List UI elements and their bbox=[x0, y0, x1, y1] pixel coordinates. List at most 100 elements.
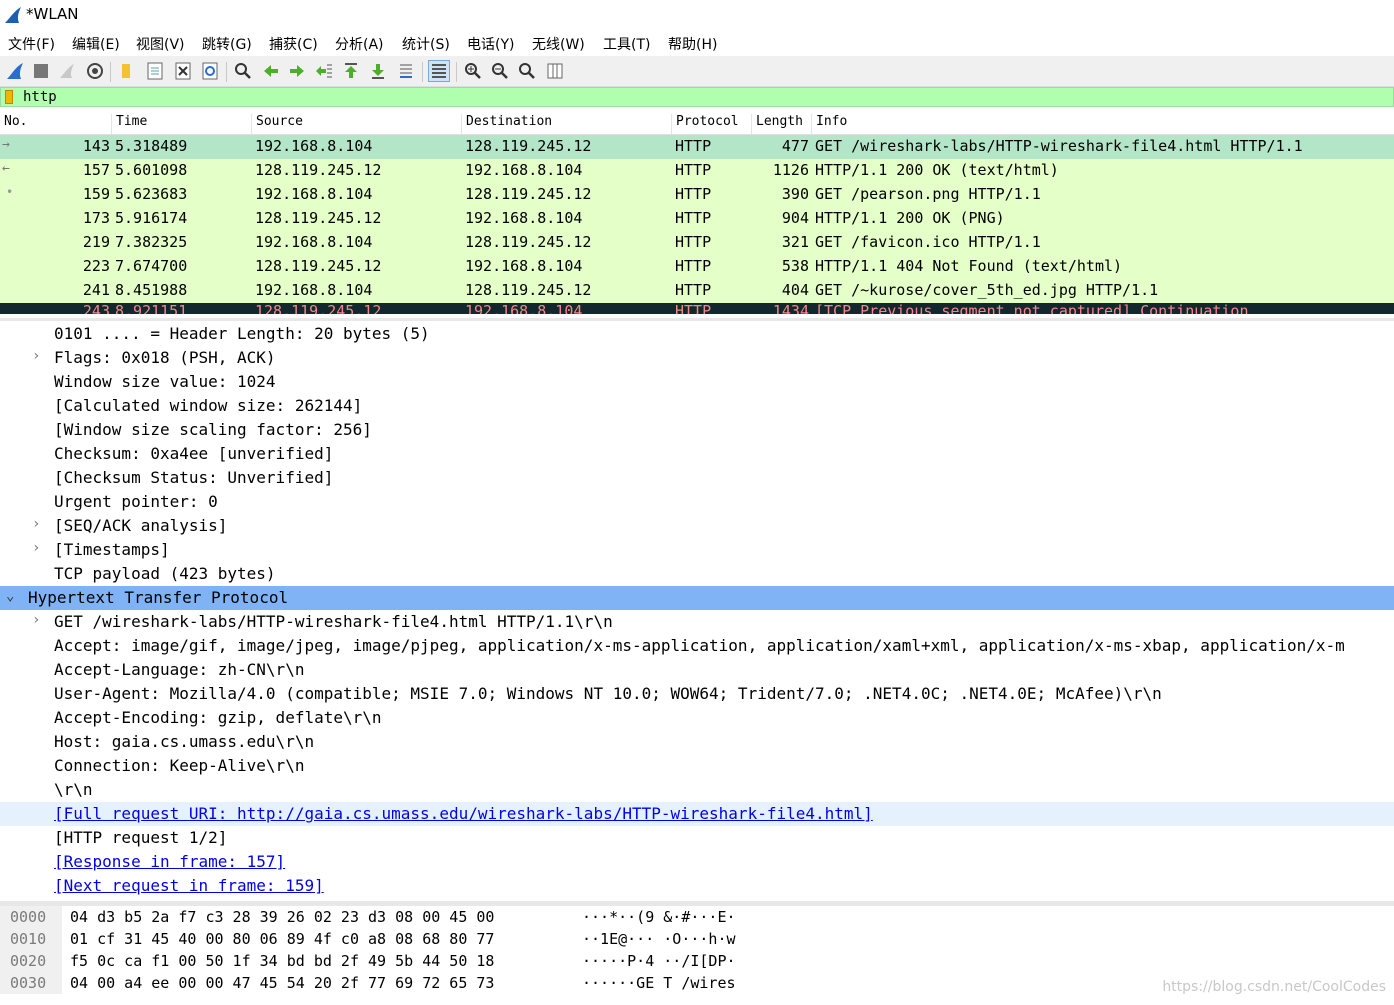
menu-statistics[interactable]: 统计(S) bbox=[402, 34, 450, 54]
next-request-frame-link[interactable]: [Next request in frame: 159] bbox=[54, 876, 324, 895]
expand-arrow-icon[interactable]: › bbox=[32, 612, 40, 628]
column-header-info[interactable]: Info bbox=[811, 114, 847, 134]
response-frame-link[interactable]: [Response in frame: 157] bbox=[54, 852, 285, 871]
resize-columns-button[interactable] bbox=[544, 60, 566, 82]
capture-options-button[interactable] bbox=[84, 60, 106, 82]
expand-arrow-icon[interactable]: › bbox=[32, 540, 40, 556]
tree-item[interactable]: TCP payload (423 bytes) bbox=[0, 562, 1394, 586]
save-file-button[interactable] bbox=[144, 60, 166, 82]
byte-hex[interactable]: 04 d3 b5 2a f7 c3 28 39 26 02 23 d3 08 0… bbox=[70, 908, 494, 926]
menu-help[interactable]: 帮助(H) bbox=[668, 34, 717, 54]
display-filter-input[interactable]: http bbox=[23, 89, 57, 105]
tree-item[interactable]: Accept-Language: zh-CN\r\n bbox=[0, 658, 1394, 682]
packet-row[interactable]: 243 8.921151 128.119.245.12 192.168.8.10… bbox=[0, 302, 1394, 314]
byte-row[interactable]: 0010 01 cf 31 45 40 00 80 06 89 4f c0 a8… bbox=[0, 928, 1394, 950]
menu-view[interactable]: 视图(V) bbox=[136, 34, 185, 54]
tree-item[interactable]: 0101 .... = Header Length: 20 bytes (5) bbox=[0, 322, 1394, 346]
full-request-uri-link[interactable]: [Full request URI: http://gaia.cs.umass.… bbox=[54, 804, 873, 823]
packet-row[interactable]: 241 8.451988 192.168.8.104 128.119.245.1… bbox=[0, 279, 1394, 303]
menu-file[interactable]: 文件(F) bbox=[8, 34, 55, 54]
tree-item-link[interactable]: [Full request URI: http://gaia.cs.umass.… bbox=[0, 802, 1394, 826]
tree-item[interactable]: \r\n bbox=[0, 778, 1394, 802]
stop-capture-button[interactable] bbox=[30, 60, 52, 82]
pane-splitter[interactable] bbox=[0, 318, 1394, 321]
menu-go[interactable]: 跳转(G) bbox=[202, 34, 252, 54]
collapse-arrow-icon[interactable]: ⌄ bbox=[6, 588, 14, 604]
tree-item[interactable]: [HTTP request 1/2] bbox=[0, 826, 1394, 850]
tree-item[interactable]: Connection: Keep-Alive\r\n bbox=[0, 754, 1394, 778]
byte-hex[interactable]: 01 cf 31 45 40 00 80 06 89 4f c0 a8 08 6… bbox=[70, 930, 494, 948]
byte-hex[interactable]: 04 00 a4 ee 00 00 47 45 54 20 2f 77 69 7… bbox=[70, 974, 494, 992]
menu-capture[interactable]: 捕获(C) bbox=[269, 34, 318, 54]
arrow-right-icon bbox=[290, 65, 304, 77]
packet-row[interactable]: → 143 5.318489 192.168.8.104 128.119.245… bbox=[0, 135, 1394, 159]
packet-details-tree[interactable]: 0101 .... = Header Length: 20 bytes (5) … bbox=[0, 322, 1394, 900]
packet-list[interactable]: No. Time Source Destination Protocol Len… bbox=[0, 111, 1394, 314]
column-header-destination[interactable]: Destination bbox=[461, 114, 552, 134]
byte-ascii[interactable]: ··1E@··· ·O···h·w bbox=[582, 930, 736, 948]
find-packet-button[interactable] bbox=[232, 60, 254, 82]
tree-item[interactable]: › [Timestamps] bbox=[0, 538, 1394, 562]
open-file-button[interactable] bbox=[116, 60, 138, 82]
tree-item[interactable]: Host: gaia.cs.umass.edu\r\n bbox=[0, 730, 1394, 754]
byte-ascii[interactable]: ·····P·4 ··/I[DP· bbox=[582, 952, 736, 970]
menu-wireless[interactable]: 无线(W) bbox=[532, 34, 585, 54]
packet-row[interactable]: 223 7.674700 128.119.245.12 192.168.8.10… bbox=[0, 255, 1394, 279]
start-capture-button[interactable] bbox=[4, 60, 26, 82]
go-back-button[interactable] bbox=[260, 60, 282, 82]
byte-hex[interactable]: f5 0c ca f1 00 50 1f 34 bd bd 2f 49 5b 4… bbox=[70, 952, 494, 970]
tree-item[interactable]: Accept-Encoding: gzip, deflate\r\n bbox=[0, 706, 1394, 730]
tree-item[interactable]: Accept: image/gif, image/jpeg, image/pjp… bbox=[0, 634, 1394, 658]
auto-scroll-button[interactable] bbox=[395, 60, 417, 82]
packet-row[interactable]: 173 5.916174 128.119.245.12 192.168.8.10… bbox=[0, 207, 1394, 231]
tree-item[interactable]: › GET /wireshark-labs/HTTP-wireshark-file… bbox=[0, 610, 1394, 634]
menu-edit[interactable]: 编辑(E) bbox=[72, 34, 120, 54]
packet-info: GET /favicon.ico HTTP/1.1 bbox=[815, 233, 1041, 251]
menu-analyze[interactable]: 分析(A) bbox=[335, 34, 384, 54]
menu-tools[interactable]: 工具(T) bbox=[603, 34, 650, 54]
tree-item-http[interactable]: ⌄ Hypertext Transfer Protocol bbox=[0, 586, 1394, 610]
tree-item-link[interactable]: [Response in frame: 157] bbox=[0, 850, 1394, 874]
zoom-in-button[interactable] bbox=[462, 60, 484, 82]
byte-ascii[interactable]: ···*··(9 &·#···E· bbox=[582, 908, 736, 926]
tree-item[interactable]: › Flags: 0x018 (PSH, ACK) bbox=[0, 346, 1394, 370]
first-packet-button[interactable] bbox=[340, 60, 362, 82]
packet-time: 5.623683 bbox=[115, 185, 188, 203]
expand-arrow-icon[interactable]: › bbox=[32, 516, 40, 532]
expand-arrow-icon[interactable]: › bbox=[32, 348, 40, 364]
column-header-protocol[interactable]: Protocol bbox=[671, 114, 739, 134]
go-forward-button[interactable] bbox=[286, 60, 308, 82]
byte-row[interactable]: 0000 04 d3 b5 2a f7 c3 28 39 26 02 23 d3… bbox=[0, 906, 1394, 928]
menu-telephony[interactable]: 电话(Y) bbox=[467, 34, 514, 54]
packet-row[interactable]: ← 157 5.601098 128.119.245.12 192.168.8.… bbox=[0, 159, 1394, 183]
tree-item[interactable]: [Window size scaling factor: 256] bbox=[0, 418, 1394, 442]
restart-capture-button[interactable] bbox=[56, 60, 78, 82]
tree-item[interactable]: [Calculated window size: 262144] bbox=[0, 394, 1394, 418]
zoom-out-button[interactable] bbox=[489, 60, 511, 82]
tree-item[interactable]: [Checksum Status: Unverified] bbox=[0, 466, 1394, 490]
last-packet-button[interactable] bbox=[367, 60, 389, 82]
tree-item[interactable]: Checksum: 0xa4ee [unverified] bbox=[0, 442, 1394, 466]
byte-row[interactable]: 0020 f5 0c ca f1 00 50 1f 34 bd bd 2f 49… bbox=[0, 950, 1394, 972]
reload-file-button[interactable] bbox=[199, 60, 221, 82]
go-to-packet-button[interactable] bbox=[313, 60, 335, 82]
tree-item[interactable]: Urgent pointer: 0 bbox=[0, 490, 1394, 514]
byte-ascii[interactable]: ······GE T /wires bbox=[582, 974, 736, 992]
packet-row[interactable]: 219 7.382325 192.168.8.104 128.119.245.1… bbox=[0, 231, 1394, 255]
column-header-source[interactable]: Source bbox=[251, 114, 303, 134]
tree-item[interactable]: › [SEQ/ACK analysis] bbox=[0, 514, 1394, 538]
packet-protocol: HTTP bbox=[675, 233, 712, 251]
tree-item[interactable]: Window size value: 1024 bbox=[0, 370, 1394, 394]
bookmark-icon[interactable] bbox=[5, 90, 13, 104]
normal-size-button[interactable] bbox=[516, 60, 538, 82]
packet-row[interactable]: • 159 5.623683 192.168.8.104 128.119.245… bbox=[0, 183, 1394, 207]
tree-item-link[interactable]: [Next request in frame: 159] bbox=[0, 874, 1394, 898]
column-header-no[interactable]: No. bbox=[0, 114, 27, 134]
response-arrow-icon: ← bbox=[2, 161, 10, 176]
column-header-length[interactable]: Length bbox=[751, 114, 803, 134]
column-header-time[interactable]: Time bbox=[111, 114, 147, 134]
colorize-button[interactable] bbox=[428, 60, 450, 82]
close-file-button[interactable] bbox=[172, 60, 194, 82]
reload-icon bbox=[202, 62, 218, 80]
tree-item[interactable]: User-Agent: Mozilla/4.0 (compatible; MSI… bbox=[0, 682, 1394, 706]
